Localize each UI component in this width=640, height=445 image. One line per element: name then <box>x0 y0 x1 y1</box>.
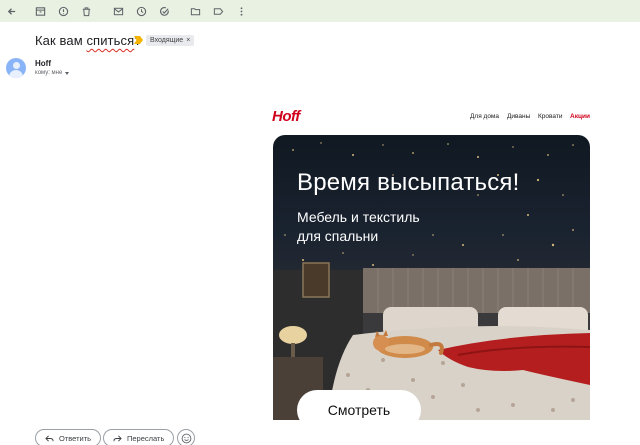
forward-label: Переслать <box>127 433 165 443</box>
nav-link-home[interactable]: Для дома <box>470 113 499 120</box>
report-spam-icon[interactable] <box>55 3 71 19</box>
label-text: Входящие <box>150 37 184 44</box>
label-icon[interactable] <box>210 3 226 19</box>
hero-banner[interactable]: Время высыпаться! Мебель и текстиль для … <box>273 135 590 420</box>
hero-subtitle-line-1: Мебель и текстиль <box>297 209 420 225</box>
recipient-details[interactable]: кому: мне <box>35 70 70 76</box>
message-toolbar <box>0 0 640 22</box>
forward-button[interactable]: Переслать <box>103 429 175 445</box>
delete-icon[interactable] <box>78 3 94 19</box>
misspelled-word: спиться <box>86 33 135 48</box>
inbox-label-chip: Входящие × <box>146 35 195 46</box>
recipient-text: кому: мне <box>35 70 63 76</box>
reply-button[interactable]: Ответить <box>35 429 102 445</box>
nav-link-sale[interactable]: Акции <box>570 113 590 120</box>
reply-icon <box>45 434 54 442</box>
brand-logo[interactable]: Hoff <box>272 108 300 125</box>
nav-link-beds[interactable]: Кровати <box>538 113 562 120</box>
subject-text: Как вам спиться? <box>35 33 142 48</box>
avatar-head <box>12 62 20 69</box>
nav-link-sofas[interactable]: Диваны <box>507 113 530 120</box>
snooze-icon[interactable] <box>133 3 149 19</box>
remove-label-icon[interactable]: × <box>186 37 190 44</box>
hero-title: Время высыпаться! <box>297 169 520 196</box>
emoji-icon <box>181 433 191 443</box>
forward-icon <box>113 434 122 442</box>
back-arrow-icon[interactable] <box>3 3 19 19</box>
add-task-icon[interactable] <box>156 3 172 19</box>
message-subject: Как вам спиться? <box>35 33 142 48</box>
subject-prefix: Как вам <box>35 33 87 48</box>
sender-name[interactable]: Hoff <box>35 59 51 68</box>
mark-unread-icon[interactable] <box>110 3 126 19</box>
avatar-body <box>9 70 23 78</box>
view-button[interactable]: Смотреть <box>297 390 421 420</box>
hero-subtitle: Мебель и текстиль для спальни <box>297 208 497 246</box>
move-to-icon[interactable] <box>187 3 203 19</box>
emoji-reaction-button[interactable] <box>177 429 195 445</box>
important-marker-icon[interactable] <box>134 36 143 44</box>
hero-subtitle-line-2: для спальни <box>297 228 379 244</box>
avatar[interactable] <box>6 58 26 78</box>
reply-label: Ответить <box>59 433 92 443</box>
chevron-down-icon[interactable] <box>65 71 70 75</box>
more-icon[interactable] <box>233 3 249 19</box>
archive-icon[interactable] <box>32 3 48 19</box>
